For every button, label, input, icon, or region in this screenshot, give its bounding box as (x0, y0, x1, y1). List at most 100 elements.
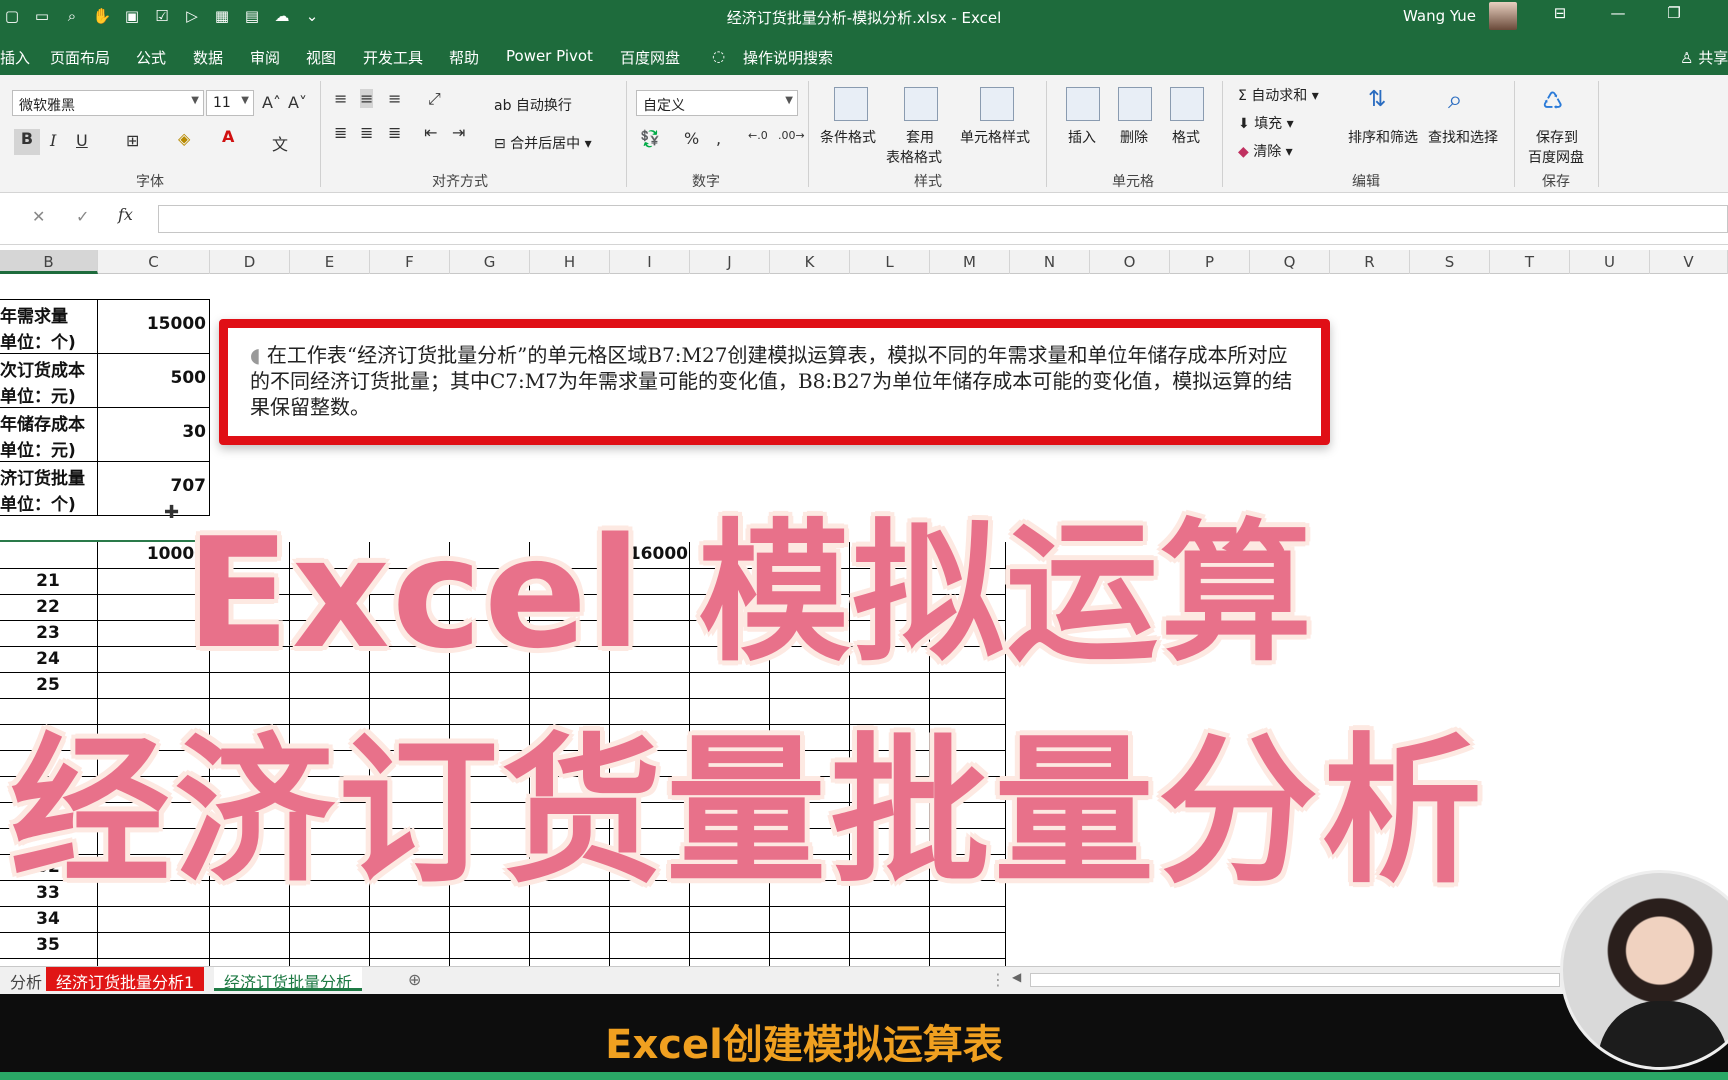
add-sheet-icon[interactable]: ⊕ (408, 970, 421, 989)
clear-button[interactable]: ◆ 清除 ▾ (1238, 141, 1293, 161)
splitter-icon[interactable]: ⋮ (990, 970, 1006, 989)
align-right-icon[interactable]: ≣ (388, 123, 401, 142)
delete-cells-icon[interactable] (1118, 87, 1152, 121)
cell-styles-button[interactable]: 单元格样式 (960, 127, 1030, 147)
column-header-s[interactable]: S (1410, 250, 1490, 274)
align-bottom-icon[interactable]: ≡ (388, 89, 401, 108)
bold-icon[interactable]: B (14, 129, 40, 155)
label-holding-cost-unit[interactable]: 单位：元) (0, 436, 76, 461)
sheet-tab-eoq[interactable]: 经济订货批量分析 (214, 967, 363, 992)
sheet-tab-analysis[interactable]: 分析 (0, 967, 52, 992)
table-row-label[interactable]: 22 (0, 594, 96, 620)
decrease-font-icon[interactable]: A˅ (288, 93, 307, 112)
ribbon-display-icon[interactable]: ⊟ (1540, 4, 1580, 28)
column-header-j[interactable]: J (690, 250, 770, 274)
tab-help[interactable]: 帮助 (449, 47, 479, 68)
column-header-r[interactable]: R (1330, 250, 1410, 274)
format-as-table-icon[interactable] (904, 87, 938, 121)
italic-icon[interactable]: I (50, 131, 56, 150)
sort-filter-button[interactable]: 排序和筛选 (1348, 127, 1418, 147)
font-color-icon[interactable]: A (222, 127, 234, 146)
save-baidu-label-1[interactable]: 保存到 (1536, 127, 1578, 147)
font-name-select[interactable]: 微软雅黑 ▼ (12, 90, 204, 116)
insert-function-icon[interactable]: fx (118, 205, 133, 224)
table-row-label[interactable]: 24 (0, 646, 96, 672)
increase-decimal-icon[interactable]: ←.0 (748, 129, 768, 142)
column-header-l[interactable]: L (850, 250, 930, 274)
align-top-icon[interactable]: ≡ (334, 89, 347, 108)
tab-baidu-netdisk[interactable]: 百度网盘 (620, 47, 680, 68)
orientation-icon[interactable]: ⤢ (428, 89, 441, 109)
format-cells-button[interactable]: 格式 (1172, 127, 1200, 147)
phonetic-icon[interactable]: 文 (272, 131, 288, 155)
conditional-format-button[interactable]: 条件格式 (820, 127, 876, 147)
tab-view[interactable]: 视图 (306, 47, 336, 68)
label-order-cost[interactable]: 次订货成本 (0, 356, 85, 381)
tab-formulas[interactable]: 公式 (136, 47, 166, 68)
column-header-o[interactable]: O (1090, 250, 1170, 274)
tab-insert[interactable]: 插入 (0, 47, 30, 68)
tab-data[interactable]: 数据 (193, 47, 223, 68)
minimize-icon[interactable]: — (1598, 4, 1638, 28)
column-header-k[interactable]: K (770, 250, 850, 274)
label-eoq-unit[interactable]: 单位：个) (0, 490, 76, 515)
table-row-label[interactable]: 23 (0, 620, 96, 646)
format-as-table-label-2[interactable]: 表格格式 (886, 147, 942, 167)
label-annual-demand-unit[interactable]: 单位：个) (0, 328, 76, 353)
fill-button[interactable]: ⬇ 填充 ▾ (1238, 113, 1294, 133)
column-header-q[interactable]: Q (1250, 250, 1330, 274)
column-header-t[interactable]: T (1490, 250, 1570, 274)
fill-color-icon[interactable]: ◈ (178, 129, 190, 148)
label-annual-demand[interactable]: 年需求量 (0, 302, 68, 327)
table-row-label[interactable]: 35 (0, 932, 96, 958)
column-header-n[interactable]: N (1010, 250, 1090, 274)
conditional-format-icon[interactable] (834, 87, 868, 121)
baidu-netdisk-icon[interactable]: ♺ (1542, 87, 1564, 115)
cancel-icon[interactable]: ✕ (32, 207, 45, 226)
save-baidu-label-2[interactable]: 百度网盘 (1528, 147, 1584, 167)
scroll-left-icon[interactable]: ◀ (1012, 970, 1021, 984)
insert-cells-button[interactable]: 插入 (1068, 127, 1096, 147)
accounting-format-icon[interactable]: 💱 (640, 129, 660, 148)
decrease-indent-icon[interactable]: ⇤ (424, 123, 437, 142)
tab-page-layout[interactable]: 页面布局 (50, 47, 110, 68)
column-header-p[interactable]: P (1170, 250, 1250, 274)
cell-styles-icon[interactable] (980, 87, 1014, 121)
tell-me-search[interactable]: 操作说明搜索 (743, 47, 833, 68)
user-name[interactable]: Wang Yue (1403, 7, 1476, 25)
user-avatar[interactable] (1489, 2, 1517, 30)
align-left-icon[interactable]: ≣ (334, 123, 347, 142)
share-button[interactable]: ♙ 共享 (1680, 47, 1728, 68)
autosum-button[interactable]: Σ 自动求和 ▾ (1238, 85, 1319, 105)
tab-review[interactable]: 审阅 (250, 47, 280, 68)
column-header-d[interactable]: D (210, 250, 290, 274)
column-header-m[interactable]: M (930, 250, 1010, 274)
format-as-table-label-1[interactable]: 套用 (906, 127, 934, 147)
align-center-icon[interactable]: ≣ (360, 123, 373, 142)
column-header-h[interactable]: H (530, 250, 610, 274)
border-icon[interactable]: ⊞ (126, 131, 139, 150)
column-header-i[interactable]: I (610, 250, 690, 274)
sheet-tab-eoq-1[interactable]: 经济订货批量分析1 (46, 967, 205, 992)
percent-icon[interactable]: % (684, 129, 699, 148)
horizontal-scrollbar[interactable] (1030, 973, 1560, 987)
column-header-c[interactable]: C (98, 250, 210, 274)
column-header-f[interactable]: F (370, 250, 450, 274)
table-row-label[interactable]: 21 (0, 568, 96, 594)
merge-center-button[interactable]: ⊟ 合并后居中 ▾ (494, 133, 592, 153)
label-order-cost-unit[interactable]: 单位：元) (0, 382, 76, 407)
value-annual-demand[interactable]: 15000 (100, 314, 206, 334)
column-header-v[interactable]: V (1650, 250, 1728, 274)
comma-style-icon[interactable]: , (716, 129, 721, 148)
find-icon[interactable]: ⌕ (1448, 85, 1463, 116)
number-format-select[interactable]: 自定义 ▼ (636, 90, 798, 116)
column-header-e[interactable]: E (290, 250, 370, 274)
format-cells-icon[interactable] (1170, 87, 1204, 121)
tab-power-pivot[interactable]: Power Pivot (506, 47, 593, 65)
align-middle-icon[interactable]: ≡ (360, 89, 374, 108)
font-size-select[interactable]: 11 ▼ (206, 90, 254, 116)
increase-indent-icon[interactable]: ⇥ (452, 123, 465, 142)
restore-icon[interactable]: ❐ (1654, 4, 1694, 28)
delete-cells-button[interactable]: 删除 (1120, 127, 1148, 147)
label-holding-cost[interactable]: 年储存成本 (0, 410, 85, 435)
